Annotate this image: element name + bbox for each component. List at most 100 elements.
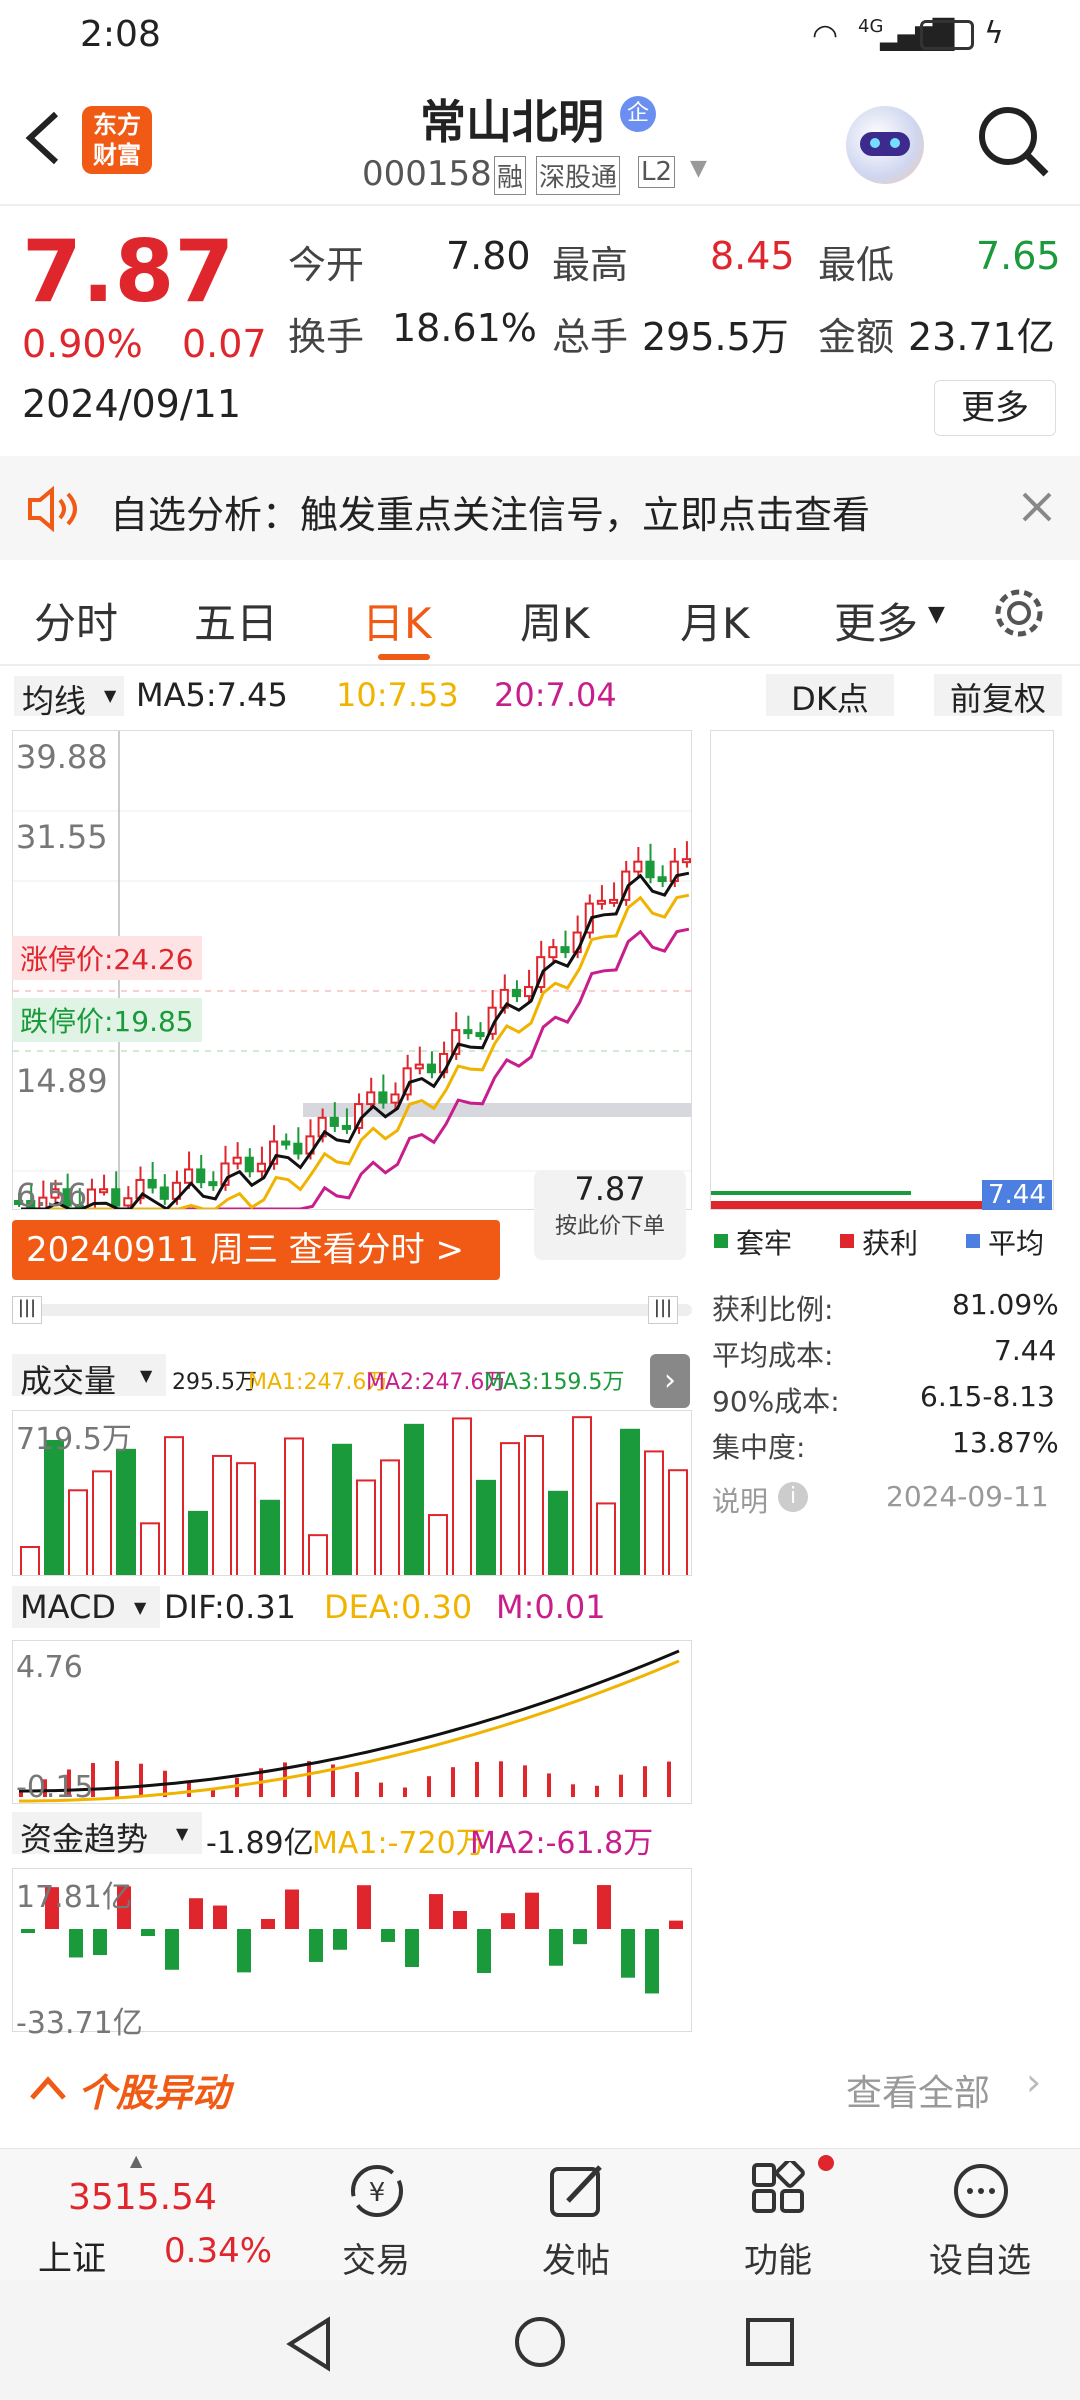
- system-home-icon[interactable]: [512, 2314, 568, 2370]
- close-icon[interactable]: [1020, 490, 1054, 524]
- fund-bar: [573, 1929, 587, 1945]
- tab-five-day[interactable]: 五日: [194, 590, 278, 651]
- more-dropdown-icon[interactable]: ▼: [928, 602, 945, 627]
- nav-functions-label: 功能: [744, 2241, 812, 2281]
- app-logo[interactable]: 东方 财富: [82, 106, 152, 174]
- volume-bar: [356, 1479, 376, 1575]
- index-name: 上证: [38, 2239, 106, 2279]
- tab-intraday[interactable]: 分时: [34, 590, 118, 651]
- stat-label-volume: 总手: [552, 315, 629, 359]
- assistant-avatar[interactable]: [846, 106, 924, 184]
- candle: [341, 1124, 352, 1130]
- gear-icon[interactable]: [990, 584, 1048, 642]
- fund-bar: [285, 1889, 299, 1929]
- edit-icon: [550, 2165, 602, 2217]
- system-recents-icon[interactable]: [744, 2316, 796, 2368]
- change-percent: 0.90%: [22, 322, 143, 366]
- volume-bar: [548, 1490, 568, 1575]
- volume-bar: [596, 1502, 616, 1575]
- chart-scrollbar[interactable]: [12, 1304, 692, 1316]
- candle: [414, 1063, 424, 1070]
- macd-chart[interactable]: [12, 1640, 692, 1804]
- more-button[interactable]: 更多: [934, 380, 1056, 436]
- ma-selector[interactable]: 均线 ▼: [14, 676, 124, 720]
- macd-bar: [571, 1784, 575, 1797]
- candle: [657, 876, 667, 883]
- macd-bar: [643, 1766, 647, 1797]
- order-at-price[interactable]: 7.87 按此价下单: [534, 1170, 686, 1260]
- macd-selector[interactable]: MACD ▼: [12, 1586, 160, 1628]
- volume-bar: [212, 1454, 232, 1575]
- volume-bar: [284, 1437, 304, 1575]
- status-bar: 2:08 ◠ 4G ▂▄▆█ 5 ϟ: [0, 0, 1080, 72]
- candle: [208, 1181, 218, 1187]
- scroll-handle-left[interactable]: |||: [12, 1296, 42, 1324]
- view-all-link[interactable]: 查看全部: [846, 2064, 990, 2116]
- adjust-button[interactable]: 前复权: [934, 674, 1062, 718]
- y-tick-4: 6.56: [16, 1176, 88, 1214]
- nav-post[interactable]: 发帖: [506, 2149, 646, 2281]
- system-back-icon[interactable]: [284, 2316, 334, 2372]
- volume-dropdown-icon: ▼: [140, 1366, 153, 1385]
- chip-distribution-chart[interactable]: [710, 730, 1054, 1210]
- volume-bar: [404, 1423, 424, 1575]
- fund-selector[interactable]: 资金趋势 ▼: [12, 1812, 202, 1858]
- nav-trade[interactable]: ¥ 交易: [306, 2149, 446, 2281]
- wifi-icon: ◠: [812, 18, 839, 53]
- legend-trapped: 套牢: [736, 1227, 793, 1260]
- avg-cost-tag: 7.44: [982, 1180, 1052, 1210]
- chip-label-profit-ratio: 获利比例:: [712, 1293, 834, 1326]
- fund-bar: [477, 1929, 491, 1973]
- tab-monthly-k[interactable]: 月K: [680, 590, 750, 651]
- candle: [548, 946, 558, 959]
- scroll-handle-right[interactable]: |||: [648, 1296, 678, 1324]
- dropdown-icon[interactable]: ▼: [690, 156, 707, 181]
- fund-ma1: MA1:-720万: [312, 1826, 486, 1861]
- candle: [184, 1168, 194, 1184]
- expand-arrow-icon[interactable]: ›: [650, 1354, 690, 1408]
- fund-bar: [165, 1929, 179, 1970]
- fund-bar: [621, 1929, 635, 1978]
- stat-label-amount: 金额: [818, 315, 895, 359]
- limit-up-label: 涨停价:24.26: [12, 936, 202, 980]
- volume-bar: [92, 1470, 112, 1575]
- back-icon[interactable]: [22, 108, 62, 168]
- tab-daily-k[interactable]: 日K: [362, 590, 432, 651]
- candle: [99, 1188, 109, 1194]
- candle: [123, 1197, 133, 1207]
- tab-more[interactable]: 更多: [834, 590, 918, 651]
- fund-bar: [237, 1929, 251, 1973]
- chip-note[interactable]: 说明: [712, 1480, 768, 1520]
- index-ticker[interactable]: ▲ 3515.54 上证 0.34%: [0, 2149, 290, 2281]
- view-intraday-banner[interactable]: 20240911 周三 查看分时 >: [12, 1220, 500, 1280]
- fund-bar: [597, 1885, 611, 1929]
- volume-selector[interactable]: 成交量 ▼: [12, 1354, 166, 1400]
- fund-bar: [645, 1929, 659, 1994]
- alert-banner[interactable]: 自选分析：触发重点关注信号，立即点击查看: [0, 456, 1080, 560]
- tab-weekly-k[interactable]: 周K: [520, 590, 590, 651]
- dk-point-button[interactable]: DK点: [766, 674, 894, 718]
- fund-top: 17.81亿: [16, 1880, 132, 1915]
- stat-value-turnover: 18.61%: [392, 306, 537, 350]
- nav-functions[interactable]: 功能: [708, 2149, 848, 2281]
- tag-connect: 深股通: [536, 156, 621, 195]
- macd-bar: [667, 1761, 671, 1797]
- movers-title: 个股异动: [78, 2071, 231, 2115]
- fund-dropdown-icon: ▼: [176, 1824, 189, 1843]
- macd-dropdown-icon: ▼: [134, 1598, 147, 1617]
- chip-value-concentration: 13.87%: [952, 1426, 1059, 1459]
- info-icon[interactable]: i: [778, 1482, 808, 1512]
- fund-bar: [261, 1919, 275, 1929]
- fund-bar: [189, 1898, 203, 1929]
- nav-add-watchlist[interactable]: 设自选: [910, 2149, 1050, 2281]
- fund-bar: [357, 1885, 371, 1929]
- quote-date: 2024/09/11: [22, 382, 242, 426]
- index-value: 3515.54: [68, 2177, 217, 2218]
- stat-label-turnover: 换手: [288, 315, 365, 359]
- legend-swatch-trapped: [714, 1234, 728, 1248]
- tag-level2: L2: [638, 156, 676, 188]
- search-icon[interactable]: [976, 104, 1052, 180]
- candle: [232, 1156, 242, 1165]
- volume-label: 成交量: [20, 1362, 117, 1400]
- battery-icon: 5: [920, 20, 974, 50]
